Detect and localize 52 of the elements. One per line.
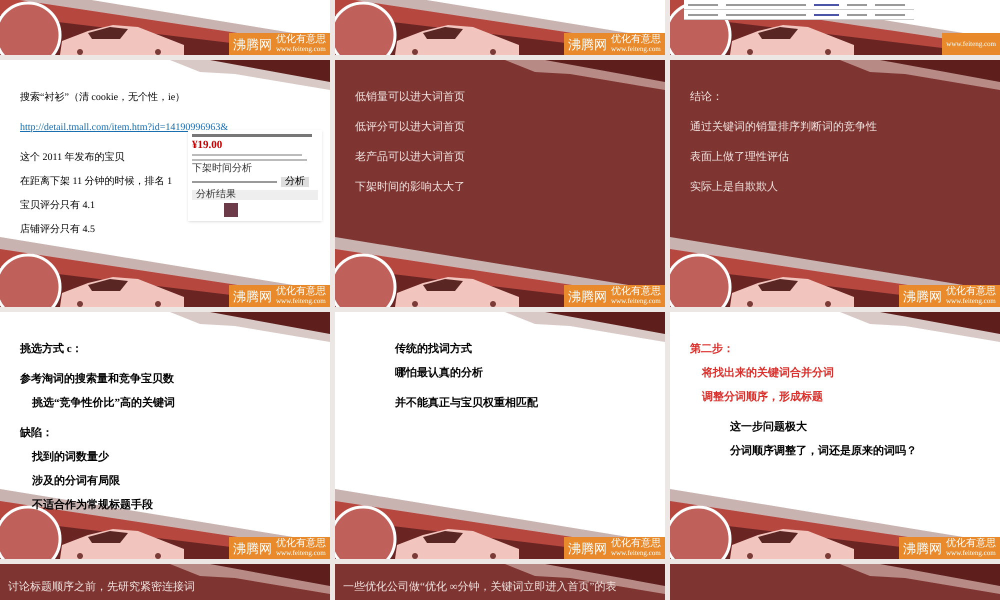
slide-text: 讨论标题顺序之前，先研究紧密连接词 [8, 581, 195, 593]
brand-slogan: 优化有意思 [276, 35, 326, 45]
price: ¥19.00 [192, 140, 224, 151]
slide-text: 调整分词顺序，形成标题 [702, 391, 823, 403]
brand-name: 沸腾网 [568, 542, 607, 554]
slide-text: 搜索“衬衫”（清 cookie，无个性，ie） [20, 92, 186, 103]
slide-text: 下架时间的影响太大了 [355, 181, 465, 193]
slide-text: 哪怕最认真的分析 [395, 367, 483, 379]
photo-placeholder [224, 203, 238, 217]
slide-text: 这个 2011 年发布的宝贝 [20, 152, 125, 163]
slide-text: 涉及的分词有局限 [32, 475, 120, 487]
slide-text: 挑选方式 c： [20, 343, 83, 355]
slide-text: 通过关键词的销量排序判断词的竞争性 [690, 121, 877, 133]
brand-slogan: 优化有意思 [611, 539, 661, 549]
brand-name: 沸腾网 [233, 38, 272, 50]
slide-text: 分词顺序调整了，词还是原来的词吗？ [730, 445, 917, 457]
slide-text: 参考淘词的搜索量和竞争宝贝数 [20, 373, 174, 385]
brand-name: 沸腾网 [568, 38, 607, 50]
slide-text: 低销量可以进大词首页 [355, 91, 465, 103]
slide-text: 结论： [690, 91, 723, 103]
brand-name: 沸腾网 [233, 542, 272, 554]
slide-text: 老产品可以进大词首页 [355, 151, 465, 163]
brand-name: 沸腾网 [903, 542, 942, 554]
brand-slogan: 优化有意思 [611, 35, 661, 45]
result-header: 分析结果 [192, 190, 318, 200]
slide-text: 店铺评分只有 4.5 [20, 224, 95, 235]
slide-text: 不适合作为常规标题手段 [32, 499, 153, 511]
slide-text: 宝贝评分只有 4.1 [20, 200, 95, 211]
brand-slogan: 优化有意思 [946, 287, 996, 297]
slide-text: 表面上做了理性评估 [690, 151, 789, 163]
brand-slogan: 优化有意思 [276, 287, 326, 297]
brand-slogan: 优化有意思 [611, 287, 661, 297]
slide-text: 挑选“竞争性价比”高的关键词 [32, 397, 175, 409]
brand-slogan: 优化有意思 [946, 539, 996, 549]
slide-text: 传统的找词方式 [395, 343, 472, 355]
slide-text: 一些优化公司做“优化 ∞分钟，关键词立即进入首页”的表 [343, 581, 616, 593]
brand-slogan: 优化有意思 [276, 539, 326, 549]
link[interactable]: http://detail.tmall.com/item.htm?id=14190996963& [20, 122, 228, 133]
brand-name: 沸腾网 [568, 290, 607, 302]
slide-text: 实际上是自欺欺人 [690, 181, 778, 193]
slide-text: 低评分可以进大词首页 [355, 121, 465, 133]
slide-text: 这一步问题极大 [730, 421, 807, 433]
slide-text: 缺陷： [20, 427, 53, 439]
analyze-button[interactable]: 分析 [281, 177, 309, 187]
slide-text: 在距离下架 11 分钟的时候，排名 1 [20, 176, 172, 187]
slide-text: 并不能真正与宝贝权重相匹配 [395, 397, 538, 409]
slide-text: 找到的词数量少 [32, 451, 109, 463]
brand-name: 沸腾网 [903, 290, 942, 302]
slide-text: 将找出来的关键词合并分词 [702, 367, 834, 379]
slide-text: 第二步： [690, 343, 734, 355]
brand-name: 沸腾网 [233, 290, 272, 302]
section-title: 下架时间分析 [192, 164, 253, 174]
